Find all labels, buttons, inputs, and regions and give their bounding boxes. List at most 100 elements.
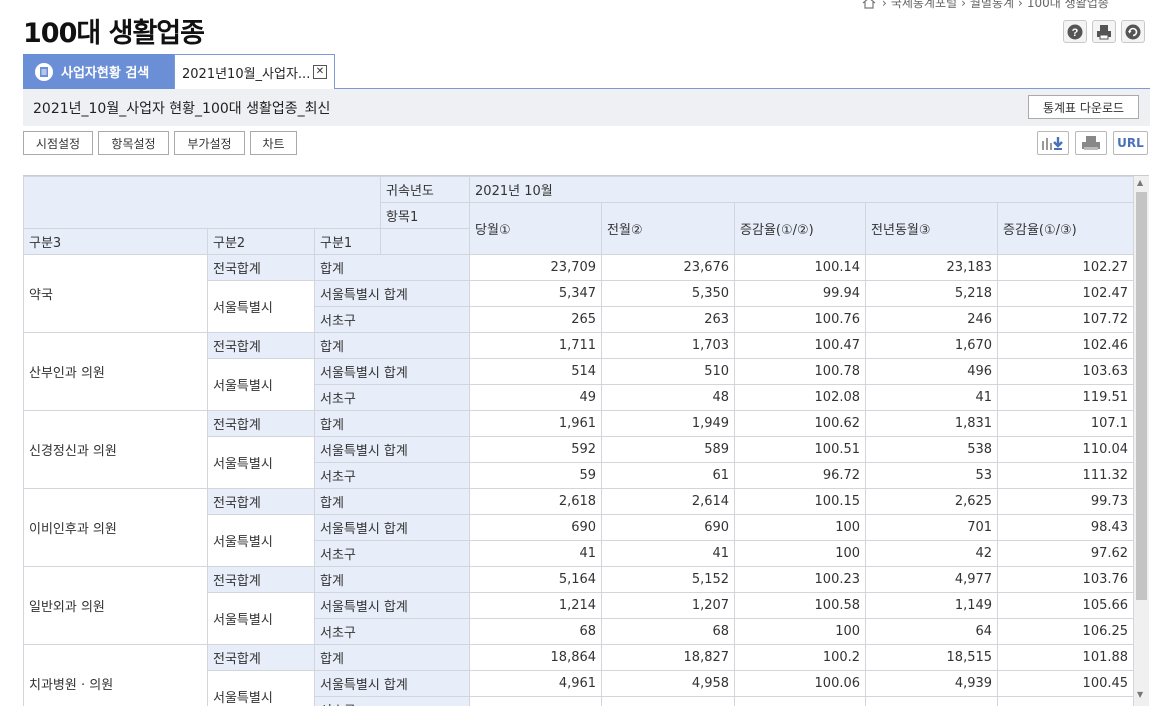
home-icon[interactable]: [862, 0, 876, 9]
dim1-header: 구분1: [313, 228, 382, 255]
table-row: 약국 전국합계 합계 23,709 23,676 100.14 23,183 102.27: [23, 254, 1135, 333]
value-cell: 1,961: [469, 410, 603, 437]
breadcrumb-item[interactable]: 국세통계포털: [891, 0, 957, 11]
breadcrumb-sep: ›: [961, 0, 966, 10]
subregion-cell: 합계: [313, 566, 471, 593]
url-button[interactable]: URL: [1113, 131, 1148, 155]
document-icon: [35, 62, 53, 81]
value-cell: 100.15: [734, 488, 867, 515]
value-cell: 4,961: [469, 670, 603, 697]
close-icon[interactable]: ✕: [313, 65, 327, 79]
tab-search[interactable]: 사업자현황 검색: [23, 54, 174, 89]
value-cell: 2,625: [865, 488, 999, 515]
value-cell: 246: [865, 306, 999, 333]
value-cell: 690: [601, 514, 736, 541]
item-settings-button[interactable]: 항목설정: [98, 131, 169, 155]
value-cell: 100: [734, 514, 867, 541]
value-cell: 5,347: [469, 280, 603, 307]
scroll-up-icon[interactable]: ▲: [1137, 178, 1143, 187]
region-cell: 전국합계: [207, 566, 315, 593]
vertical-scrollbar[interactable]: ▲ ▼: [1134, 176, 1149, 706]
subregion-cell: 서초구: [313, 618, 471, 645]
table-row: 이비인후과 의원 전국합계 합계 2,618 2,614 100.15 2,625 99.73: [23, 488, 1135, 567]
scroll-down-icon[interactable]: ▼: [1137, 690, 1143, 699]
value-cell: 100.62: [734, 410, 867, 437]
data-grid: 귀속년도 2021년 10월 항목1 당월① 전월② 증감율(①/②) 전년동월…: [23, 175, 1149, 706]
value-cell: 18,515: [865, 644, 999, 671]
region-cell: 서울특별시: [207, 280, 315, 333]
value-cell: 111.32: [997, 462, 1135, 489]
print-button[interactable]: [1092, 20, 1116, 43]
subregion-cell: 합계: [313, 410, 471, 437]
value-cell: 64: [865, 618, 999, 645]
value-cell: 265: [469, 306, 603, 333]
value-cell: 701: [865, 514, 999, 541]
help-button[interactable]: ?: [1063, 20, 1087, 43]
table-tools: URL: [1037, 131, 1148, 155]
region-cell: 서울특별시: [207, 358, 315, 411]
value-cell: 100.14: [734, 254, 867, 281]
region-cell: 서울특별시: [207, 670, 315, 706]
subregion-cell: 서초구: [313, 540, 471, 567]
table-row: 신경정신과 의원 전국합계 합계 1,961 1,949 100.62 1,831 107.1: [23, 410, 1135, 489]
value-cell: 1,711: [469, 332, 603, 359]
dim-spacer: [380, 228, 471, 255]
table-row: 산부인과 의원 전국합계 합계 1,711 1,703 100.47 1,670 102.46: [23, 332, 1135, 411]
column-header[interactable]: 증감율(①/②): [734, 202, 867, 255]
category-cell: 이비인후과 의원: [23, 488, 208, 567]
refresh-button[interactable]: [1121, 20, 1145, 43]
excel-download-button[interactable]: [1037, 131, 1069, 155]
value-cell: 42: [865, 540, 999, 567]
value-cell: 110.04: [997, 436, 1135, 463]
value-cell: 41: [469, 540, 603, 567]
value-cell: 100.45: [997, 670, 1135, 697]
dim2-header: 구분2: [207, 228, 315, 255]
value-cell: 100.58: [734, 592, 867, 619]
value-cell: 102.08: [734, 384, 867, 411]
value-cell: [601, 696, 736, 706]
region-cell: 전국합계: [207, 410, 315, 437]
value-cell: 68: [469, 618, 603, 645]
column-header[interactable]: 증감율(①/③): [997, 202, 1135, 255]
period-settings-button[interactable]: 시점설정: [23, 131, 93, 155]
value-cell: 496: [865, 358, 999, 385]
subregion-cell: 서초구: [313, 306, 471, 333]
value-cell: 100: [734, 618, 867, 645]
column-header[interactable]: 전년동월③: [865, 202, 999, 255]
table-row: 치과병원 · 의원 전국합계 합계 18,864 18,827 100.2 18,515 10…: [23, 644, 1135, 706]
extra-settings-button[interactable]: 부가설정: [174, 131, 245, 155]
value-cell: 100.76: [734, 306, 867, 333]
value-cell: 61: [601, 462, 736, 489]
value-cell: 102.27: [997, 254, 1135, 281]
value-cell: 5,164: [469, 566, 603, 593]
value-cell: 1,703: [601, 332, 736, 359]
column-header[interactable]: 당월①: [469, 202, 603, 255]
stats-table: 귀속년도 2021년 10월 항목1 당월① 전월② 증감율(①/②) 전년동월…: [23, 176, 1135, 706]
subregion-cell: 합계: [313, 644, 471, 671]
column-header[interactable]: 전월②: [601, 202, 736, 255]
value-cell: 2,614: [601, 488, 736, 515]
subregion-cell: 서울특별시 합계: [313, 670, 471, 697]
category-cell: 신경정신과 의원: [23, 410, 208, 489]
breadcrumb-item[interactable]: 월별통계: [970, 0, 1014, 11]
value-cell: 107.1: [997, 410, 1135, 437]
table-title-bar: 2021년_10월_사업자 현황_100대 생활업종_최신 통계표 다운로드: [23, 89, 1150, 126]
value-cell: 1,949: [601, 410, 736, 437]
chart-button[interactable]: 차트: [250, 131, 297, 155]
dim3-header: 구분3: [23, 228, 208, 255]
download-stats-button[interactable]: 통계표 다운로드: [1028, 95, 1139, 119]
refresh-icon: [1125, 24, 1141, 39]
value-cell: 5,350: [601, 280, 736, 307]
region-cell: 서울특별시: [207, 592, 315, 645]
value-cell: [469, 696, 603, 706]
subregion-cell: 합계: [313, 488, 471, 515]
page-title: 100대 생활업종: [23, 18, 205, 49]
value-cell: 4,958: [601, 670, 736, 697]
print-table-button[interactable]: [1075, 131, 1107, 155]
value-cell: 538: [865, 436, 999, 463]
value-cell: 100.06: [734, 670, 867, 697]
scrollbar-thumb[interactable]: [1136, 192, 1147, 600]
value-cell: 49: [469, 384, 603, 411]
tab-document[interactable]: 2021년10월_사업자... ✕: [174, 54, 335, 90]
breadcrumb-item[interactable]: 100대 생활업종: [1027, 0, 1109, 11]
